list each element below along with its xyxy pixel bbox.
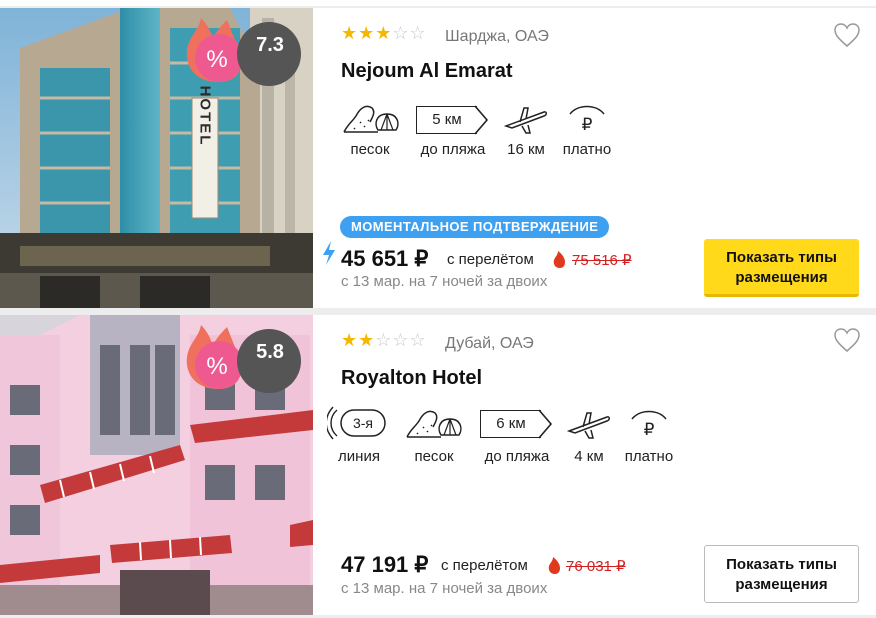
stars-empty: ☆☆ — [392, 23, 427, 43]
hotel-name[interactable]: Nejoum Al Emarat — [341, 60, 513, 83]
hotel-location: Шарджа, ОАЭ — [445, 28, 549, 45]
price-suffix: с перелётом — [441, 557, 528, 574]
signpost-icon: 6 км — [480, 410, 541, 438]
hotel-card[interactable]: % 5.8 ★★☆☆☆ Дубай, ОАЭ Royalton Hotel 3-… — [0, 315, 876, 615]
feature-line-label: линия — [338, 448, 380, 465]
wifi-icon: ₽ — [631, 410, 667, 439]
feature-sand-label: песок — [414, 448, 454, 465]
hotel-rating: 5.8 — [256, 341, 284, 363]
feature-airport-label: 4 км — [574, 448, 604, 465]
discount-percent: % — [206, 46, 227, 73]
old-price: 76 031 ₽ — [566, 558, 626, 575]
hotel-sign-text: HOTEL — [197, 86, 214, 147]
heart-icon[interactable] — [833, 22, 861, 53]
hotel-name[interactable]: Royalton Hotel — [341, 367, 482, 390]
hotel-rating: 7.3 — [256, 34, 284, 56]
feature-wifi: ₽ платно — [621, 405, 677, 467]
previous-card-bottom — [0, 0, 876, 6]
hotel-photo[interactable]: % 5.8 — [0, 315, 313, 615]
show-room-types-button[interactable]: Показать типы размещения — [704, 239, 859, 297]
airplane-icon — [566, 412, 610, 439]
feature-beach-distance: 5 км до пляжа — [414, 100, 492, 160]
hotel-card[interactable]: HOTEL % 7.3 ★★★☆☆ Шарджа, ОАЭ Nejoum Al … — [0, 8, 876, 308]
sand-shell-icon — [343, 105, 399, 133]
discount-percent: % — [206, 353, 227, 380]
fire-icon — [553, 251, 565, 268]
feature-beach-distance: 6 км до пляжа — [478, 405, 556, 467]
feature-sand: песок — [405, 405, 463, 467]
instant-confirmation-badge: МОМЕНТАЛЬНОЕ ПОДТВЕРЖДЕНИЕ — [340, 216, 610, 238]
beach-distance-label: до пляжа — [420, 141, 486, 158]
hotel-photo[interactable]: HOTEL % 7.3 — [0, 8, 313, 308]
button-line1: Показать типы — [726, 556, 837, 573]
line-value: 3-я — [353, 415, 373, 431]
trip-dates: с 13 мар. на 7 ночей за двоих — [341, 580, 548, 597]
stars-filled: ★★★ — [341, 23, 393, 43]
stars-filled: ★★ — [341, 330, 376, 350]
feature-sand: песок — [342, 100, 399, 160]
airplane-icon — [503, 107, 547, 134]
feature-sand-label: песок — [350, 141, 390, 158]
hotel-stars: ★★☆☆☆ — [341, 330, 427, 351]
hotel-price: 47 191 ₽ — [341, 552, 429, 577]
sand-shell-icon — [406, 410, 462, 438]
heart-icon[interactable] — [833, 327, 861, 358]
beach-line-icon: 3-я — [325, 406, 386, 440]
beach-distance-value: 5 км — [432, 111, 462, 128]
button-line1: Показать типы — [726, 249, 837, 266]
feature-airport: 16 км — [503, 100, 548, 160]
fire-icon — [548, 557, 560, 574]
hotel-stars: ★★★☆☆ — [341, 23, 427, 44]
button-line2: размещения — [735, 576, 828, 593]
wifi-ruble: ₽ — [644, 420, 655, 439]
feature-wifi-label: платно — [562, 141, 612, 158]
hotel-location: Дубай, ОАЭ — [445, 335, 534, 352]
lightning-icon — [323, 241, 335, 265]
feature-wifi: ₽ платно — [560, 100, 614, 160]
feature-airport: 4 км — [566, 405, 611, 467]
feature-airport-label: 16 км — [507, 141, 545, 158]
feature-beach-line: 3-я линия — [325, 405, 391, 467]
trip-dates: с 13 мар. на 7 ночей за двоих — [341, 273, 548, 290]
signpost-icon: 5 км — [416, 106, 477, 134]
feature-wifi-label: платно — [624, 448, 674, 465]
wifi-icon: ₽ — [569, 105, 605, 134]
beach-distance-label: до пляжа — [484, 448, 550, 465]
discount-badge: % 7.3 — [183, 16, 303, 86]
hotel-price: 45 651 ₽ — [341, 246, 429, 271]
stars-empty: ☆☆☆ — [375, 330, 427, 350]
old-price: 75 516 ₽ — [572, 252, 632, 269]
price-suffix: с перелётом — [447, 251, 534, 268]
button-line2: размещения — [735, 269, 828, 286]
wifi-ruble: ₽ — [582, 115, 593, 134]
discount-badge: % 5.8 — [183, 323, 303, 393]
show-room-types-button[interactable]: Показать типы размещения — [704, 545, 859, 603]
beach-distance-value: 6 км — [496, 415, 526, 432]
